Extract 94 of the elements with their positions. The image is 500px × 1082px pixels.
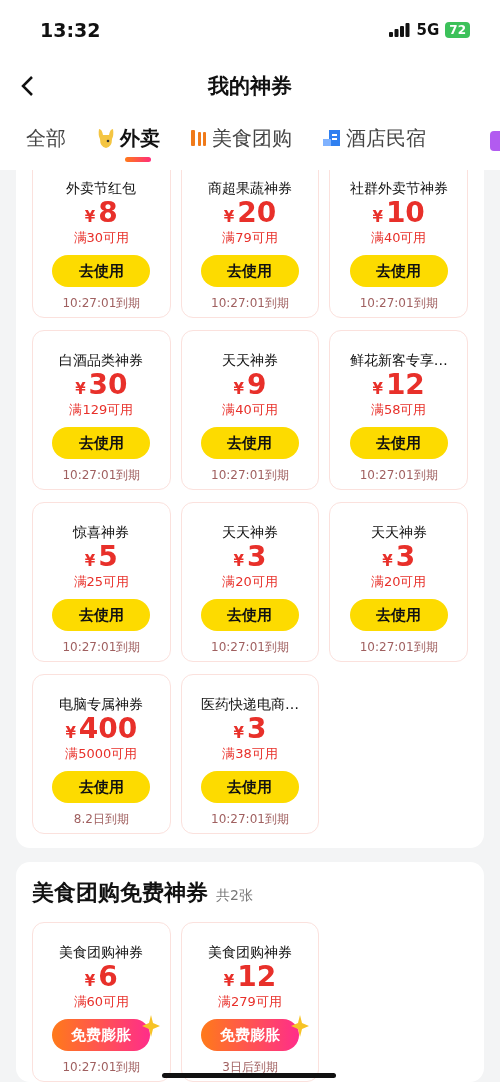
coupon-expiry: 10:27:01到期 — [62, 295, 141, 311]
coupon-amount: 400 — [78, 713, 138, 745]
battery-level: 72 — [445, 22, 470, 38]
currency-sign: ¥ — [372, 380, 383, 398]
coupon-condition: 满20可用 — [370, 573, 427, 591]
coupon-name: 天天神券 — [222, 351, 278, 369]
currency-sign: ¥ — [372, 208, 383, 226]
coupon-condition: 满40可用 — [370, 229, 427, 247]
coupon-condition: 满20可用 — [222, 573, 278, 591]
building-icon — [322, 128, 342, 148]
coupon-amount: 12 — [237, 961, 277, 993]
currency-sign: ¥ — [75, 380, 86, 398]
coupon-amount: 20 — [237, 197, 277, 229]
coupon-name: 医药快递电商… — [201, 695, 299, 713]
coupon-condition: 满79可用 — [222, 229, 278, 247]
coupon-condition: 满5000可用 — [65, 745, 138, 763]
coupon-expiry: 10:27:01到期 — [62, 1059, 141, 1075]
coupon-button[interactable]: 去使用 — [52, 599, 151, 631]
coupon-button[interactable]: 去使用 — [349, 427, 448, 459]
sparkle-icon — [142, 1015, 161, 1037]
category-tab[interactable]: 全部 — [26, 124, 66, 158]
coupon-button[interactable]: 去使用 — [349, 255, 448, 287]
currency-sign: ¥ — [84, 972, 96, 990]
currency-sign: ¥ — [233, 552, 244, 570]
coupon-name: 惊喜神券 — [73, 523, 130, 541]
fork-knife-icon — [190, 128, 208, 148]
coupon-condition: 满30可用 — [73, 229, 130, 247]
coupon-amount: 6 — [98, 961, 118, 993]
currency-sign: ¥ — [382, 552, 393, 570]
coupon-expiry: 10:27:01到期 — [359, 467, 438, 483]
category-tab[interactable]: 酒店民宿 — [322, 124, 426, 158]
coupon-amount: 10 — [385, 197, 425, 229]
coupon-button[interactable]: 去使用 — [349, 599, 448, 631]
coupon-count: 共2张 — [216, 887, 253, 905]
coupon-condition: 满58可用 — [370, 401, 427, 419]
coupon-amount: 5 — [98, 541, 118, 573]
coupon-condition: 满25可用 — [73, 573, 130, 591]
signal-icon — [388, 23, 411, 37]
coupon-name: 外卖节红包 — [66, 179, 137, 197]
active-tab-indicator — [125, 156, 151, 162]
coupon-condition: 满279可用 — [218, 993, 282, 1011]
page-title: 我的神券 — [208, 73, 292, 100]
coupon-button[interactable]: 去使用 — [52, 255, 151, 287]
coupon-name: 社群外卖节神券 — [349, 179, 448, 197]
coupon-name: 天天神券 — [222, 523, 278, 541]
coupon-expiry: 10:27:01到期 — [211, 295, 289, 311]
coupon-button[interactable]: 去使用 — [52, 771, 151, 803]
coupon-amount: 8 — [98, 197, 118, 229]
coupon-name: 商超果蔬神券 — [208, 179, 292, 197]
currency-sign: ¥ — [223, 208, 235, 226]
coupon-expiry: 10:27:01到期 — [211, 811, 289, 827]
coupon-expiry: 10:27:01到期 — [359, 639, 438, 655]
coupon-amount: 3 — [246, 713, 267, 745]
coupon-amount: 30 — [88, 369, 128, 401]
coupon-name: 美食团购神券 — [208, 943, 292, 961]
category-tab[interactable]: 外卖 — [96, 124, 160, 158]
coupon-name: 白酒品类神券 — [59, 351, 144, 369]
coupon-condition: 满38可用 — [222, 745, 278, 763]
category-icon[interactable] — [490, 131, 500, 151]
coupon-name: 鲜花新客专享… — [349, 351, 448, 369]
coupon-button[interactable]: 去使用 — [201, 255, 299, 287]
currency-sign: ¥ — [223, 972, 235, 990]
coupon-amount: 9 — [246, 369, 267, 401]
status-time: 13:32 — [40, 19, 101, 41]
coupon-expiry: 10:27:01到期 — [211, 467, 289, 483]
coupon-expiry: 10:27:01到期 — [211, 639, 289, 655]
rabbit-icon — [96, 127, 116, 149]
sparkle-icon — [291, 1015, 309, 1037]
network-label: 5G — [416, 21, 440, 39]
coupon-expiry: 10:27:01到期 — [359, 295, 438, 311]
coupon-condition: 满40可用 — [222, 401, 278, 419]
currency-sign: ¥ — [233, 724, 244, 742]
coupon-expiry: 3日后到期 — [222, 1059, 278, 1075]
coupon-condition: 满129可用 — [69, 401, 134, 419]
coupon-button[interactable]: 去使用 — [201, 771, 299, 803]
coupon-button[interactable]: 去使用 — [201, 599, 299, 631]
coupon-expiry: 10:27:01到期 — [62, 467, 141, 483]
coupon-name: 天天神券 — [370, 523, 427, 541]
coupon-amount: 3 — [246, 541, 267, 573]
section-title: 美食团购免费神券 — [32, 879, 208, 907]
coupon-condition: 满60可用 — [73, 993, 130, 1011]
currency-sign: ¥ — [84, 552, 96, 570]
coupon-button[interactable]: 去使用 — [201, 427, 299, 459]
coupon-name: 美食团购神券 — [59, 943, 144, 961]
currency-sign: ¥ — [84, 208, 96, 226]
coupon-amount: 3 — [395, 541, 416, 573]
coupon-button[interactable]: 去使用 — [52, 427, 151, 459]
currency-sign: ¥ — [65, 724, 76, 742]
coupon-amount: 12 — [385, 369, 425, 401]
currency-sign: ¥ — [233, 380, 244, 398]
coupon-name: 电脑专属神券 — [59, 695, 144, 713]
coupon-expiry: 10:27:01到期 — [62, 639, 141, 655]
coupon-expiry: 8.2日到期 — [73, 811, 129, 827]
category-tab[interactable]: 美食团购 — [190, 124, 292, 158]
